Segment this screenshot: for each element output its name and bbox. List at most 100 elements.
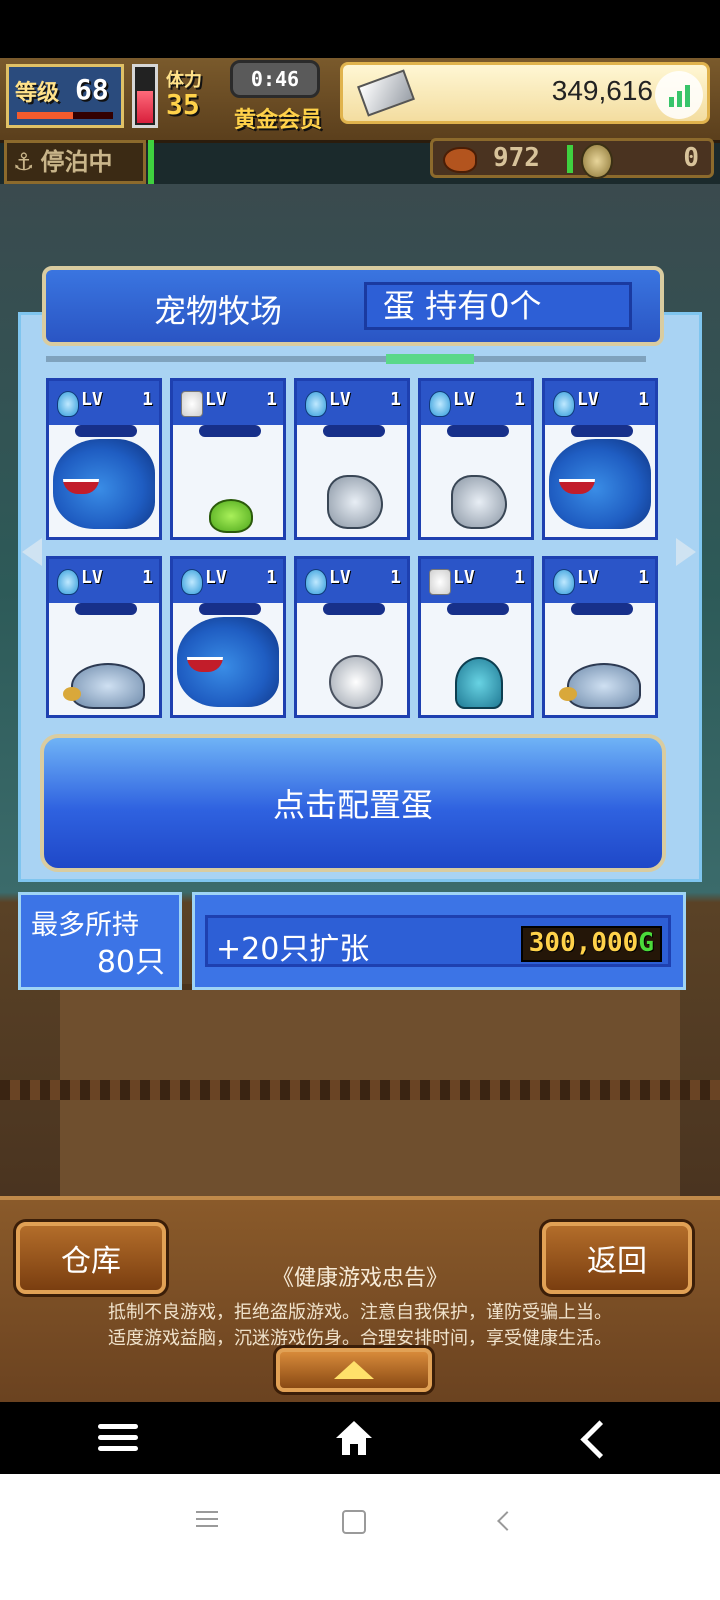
pet-lv-label: LV [81, 567, 103, 588]
pet-card[interactable]: LV 1 [542, 378, 658, 540]
pet-card[interactable]: LV 1 [418, 378, 534, 540]
silver-fish-sprite [451, 475, 507, 529]
pet-level: 1 [266, 389, 277, 410]
anchor-status[interactable]: ⚓ 停泊中 [4, 140, 146, 184]
coin-icon [581, 143, 613, 179]
expand-capacity-button[interactable]: +20只扩张 300,000G [192, 892, 686, 990]
turtle-sprite [63, 663, 145, 709]
arrow-up-icon [334, 1361, 374, 1379]
pet-card-header: LV 1 [49, 559, 159, 603]
water-drop-icon [57, 569, 79, 595]
pet-lv-label: LV [577, 567, 599, 588]
system-home-icon[interactable] [342, 1510, 366, 1534]
water-drop-icon [181, 569, 203, 595]
menu-icon[interactable] [98, 1418, 138, 1457]
capacity-value: 80只 [96, 945, 165, 980]
page-scroll-thumb[interactable] [386, 354, 474, 364]
food-count: 972 [493, 143, 540, 173]
stamina-box: 体力 35 [166, 66, 236, 126]
resource-bar: 972 0 [430, 138, 714, 179]
expand-label: +20只扩张 [216, 932, 370, 967]
sea-snake-sprite [455, 657, 503, 709]
pet-lv-label: LV [453, 567, 475, 588]
pet-lv-label: LV [453, 389, 475, 410]
page-title: 宠物牧场 [154, 292, 283, 330]
water-drop-icon [57, 391, 79, 417]
pet-card[interactable]: LV 1 [170, 556, 286, 718]
pet-card-header: LV 1 [173, 559, 283, 603]
pet-card[interactable]: LV 1 [294, 378, 410, 540]
pet-lv-label: LV [577, 389, 599, 410]
pet-card[interactable]: LV 1 [170, 378, 286, 540]
pet-card[interactable]: LV 1 [294, 556, 410, 718]
money-display: 349,616 [340, 62, 710, 124]
bottom-panel: 仓库 返回 《健康游戏忠告》 抵制不良游戏，拒绝盗版游戏。注意自我保护，谨防受骗… [0, 1196, 720, 1406]
water-drop-icon [305, 569, 327, 595]
pet-card-header: LV 1 [297, 381, 407, 425]
turtle-sprite [559, 663, 641, 709]
signal-icon[interactable] [655, 71, 703, 119]
pet-card-header: LV 1 [545, 559, 655, 603]
egg-count-box: 蛋 持有0个 [364, 282, 632, 330]
pet-lv-label: LV [205, 389, 227, 410]
pet-lv-label: LV [81, 389, 103, 410]
level-label: 等级 [15, 81, 60, 106]
anchor-icon: ⚓ [13, 148, 35, 176]
stamina-value: 35 [166, 88, 200, 121]
home-icon[interactable] [334, 1418, 374, 1455]
pet-lv-label: LV [205, 567, 227, 588]
pet-name-bar [447, 425, 509, 437]
ship-railing [0, 1080, 720, 1100]
blue-sea-monster-sprite [53, 439, 155, 529]
status-bar [0, 0, 720, 58]
health-notice-line-2: 适度游戏益脑，沉迷游戏伤身。合理安排时间，享受健康生活。 [108, 1328, 612, 1349]
pet-name-bar [199, 603, 261, 615]
currency-icon: G [638, 928, 654, 958]
system-navigation-bar [0, 1474, 720, 1600]
pet-card-header: LV 1 [49, 381, 159, 425]
pet-name-bar [75, 425, 137, 437]
pet-card[interactable]: LV 1 [418, 556, 534, 718]
pet-level: 1 [142, 567, 153, 588]
previous-page-arrow-icon[interactable] [22, 538, 42, 566]
next-page-arrow-icon[interactable] [676, 538, 696, 566]
configure-egg-button[interactable]: 点击配置蛋 [40, 734, 666, 872]
pet-ranch-header: 宠物牧场 蛋 持有0个 [42, 266, 664, 346]
water-drop-icon [429, 391, 451, 417]
pet-name-bar [447, 603, 509, 615]
water-drop-icon [553, 569, 575, 595]
stamina-gauge [132, 64, 158, 128]
water-drop-icon [553, 391, 575, 417]
silver-ingot-icon [357, 69, 415, 117]
app-navigation-bar [0, 1402, 720, 1474]
pet-card-header: LV 1 [297, 559, 407, 603]
expand-menu-button[interactable] [276, 1348, 432, 1392]
page-scroll-track [46, 356, 646, 362]
pet-level: 1 [514, 389, 525, 410]
expand-inner: +20只扩张 300,000G [205, 915, 671, 967]
white-stone-icon [429, 569, 451, 595]
system-menu-icon[interactable] [196, 1506, 218, 1532]
pet-card-header: LV 1 [545, 381, 655, 425]
pet-card[interactable]: LV 1 [46, 378, 162, 540]
pet-lv-label: LV [329, 567, 351, 588]
back-chevron-icon[interactable] [580, 1420, 619, 1459]
membership-badge[interactable]: 黄金会员 [234, 102, 322, 134]
pet-name-bar [571, 603, 633, 615]
anchor-progress [148, 140, 154, 184]
pet-level: 1 [390, 567, 401, 588]
water-drop-icon [305, 391, 327, 417]
pet-name-bar [199, 425, 261, 437]
pet-card[interactable]: LV 1 [542, 556, 658, 718]
blue-sea-monster-sprite [549, 439, 651, 529]
pet-name-bar [323, 425, 385, 437]
money-value: 349,616 [551, 75, 653, 106]
pet-level: 1 [638, 567, 649, 588]
level-box: 等级 68 [6, 64, 124, 128]
pet-card[interactable]: LV 1 [46, 556, 162, 718]
expand-price: 300,000G [520, 926, 662, 962]
health-notice-line-1: 抵制不良游戏，拒绝盗版游戏。注意自我保护，谨防受骗上当。 [108, 1302, 612, 1323]
pet-grid: LV 1 LV 1 LV 1 LV 1 LV 1 LV 1 LV 1 LV 1 LV 1 LV 1 [46, 378, 666, 724]
top-hud: 等级 68 体力 35 0:46 黄金会员 349,616 [0, 58, 720, 143]
system-back-icon[interactable] [497, 1511, 517, 1531]
